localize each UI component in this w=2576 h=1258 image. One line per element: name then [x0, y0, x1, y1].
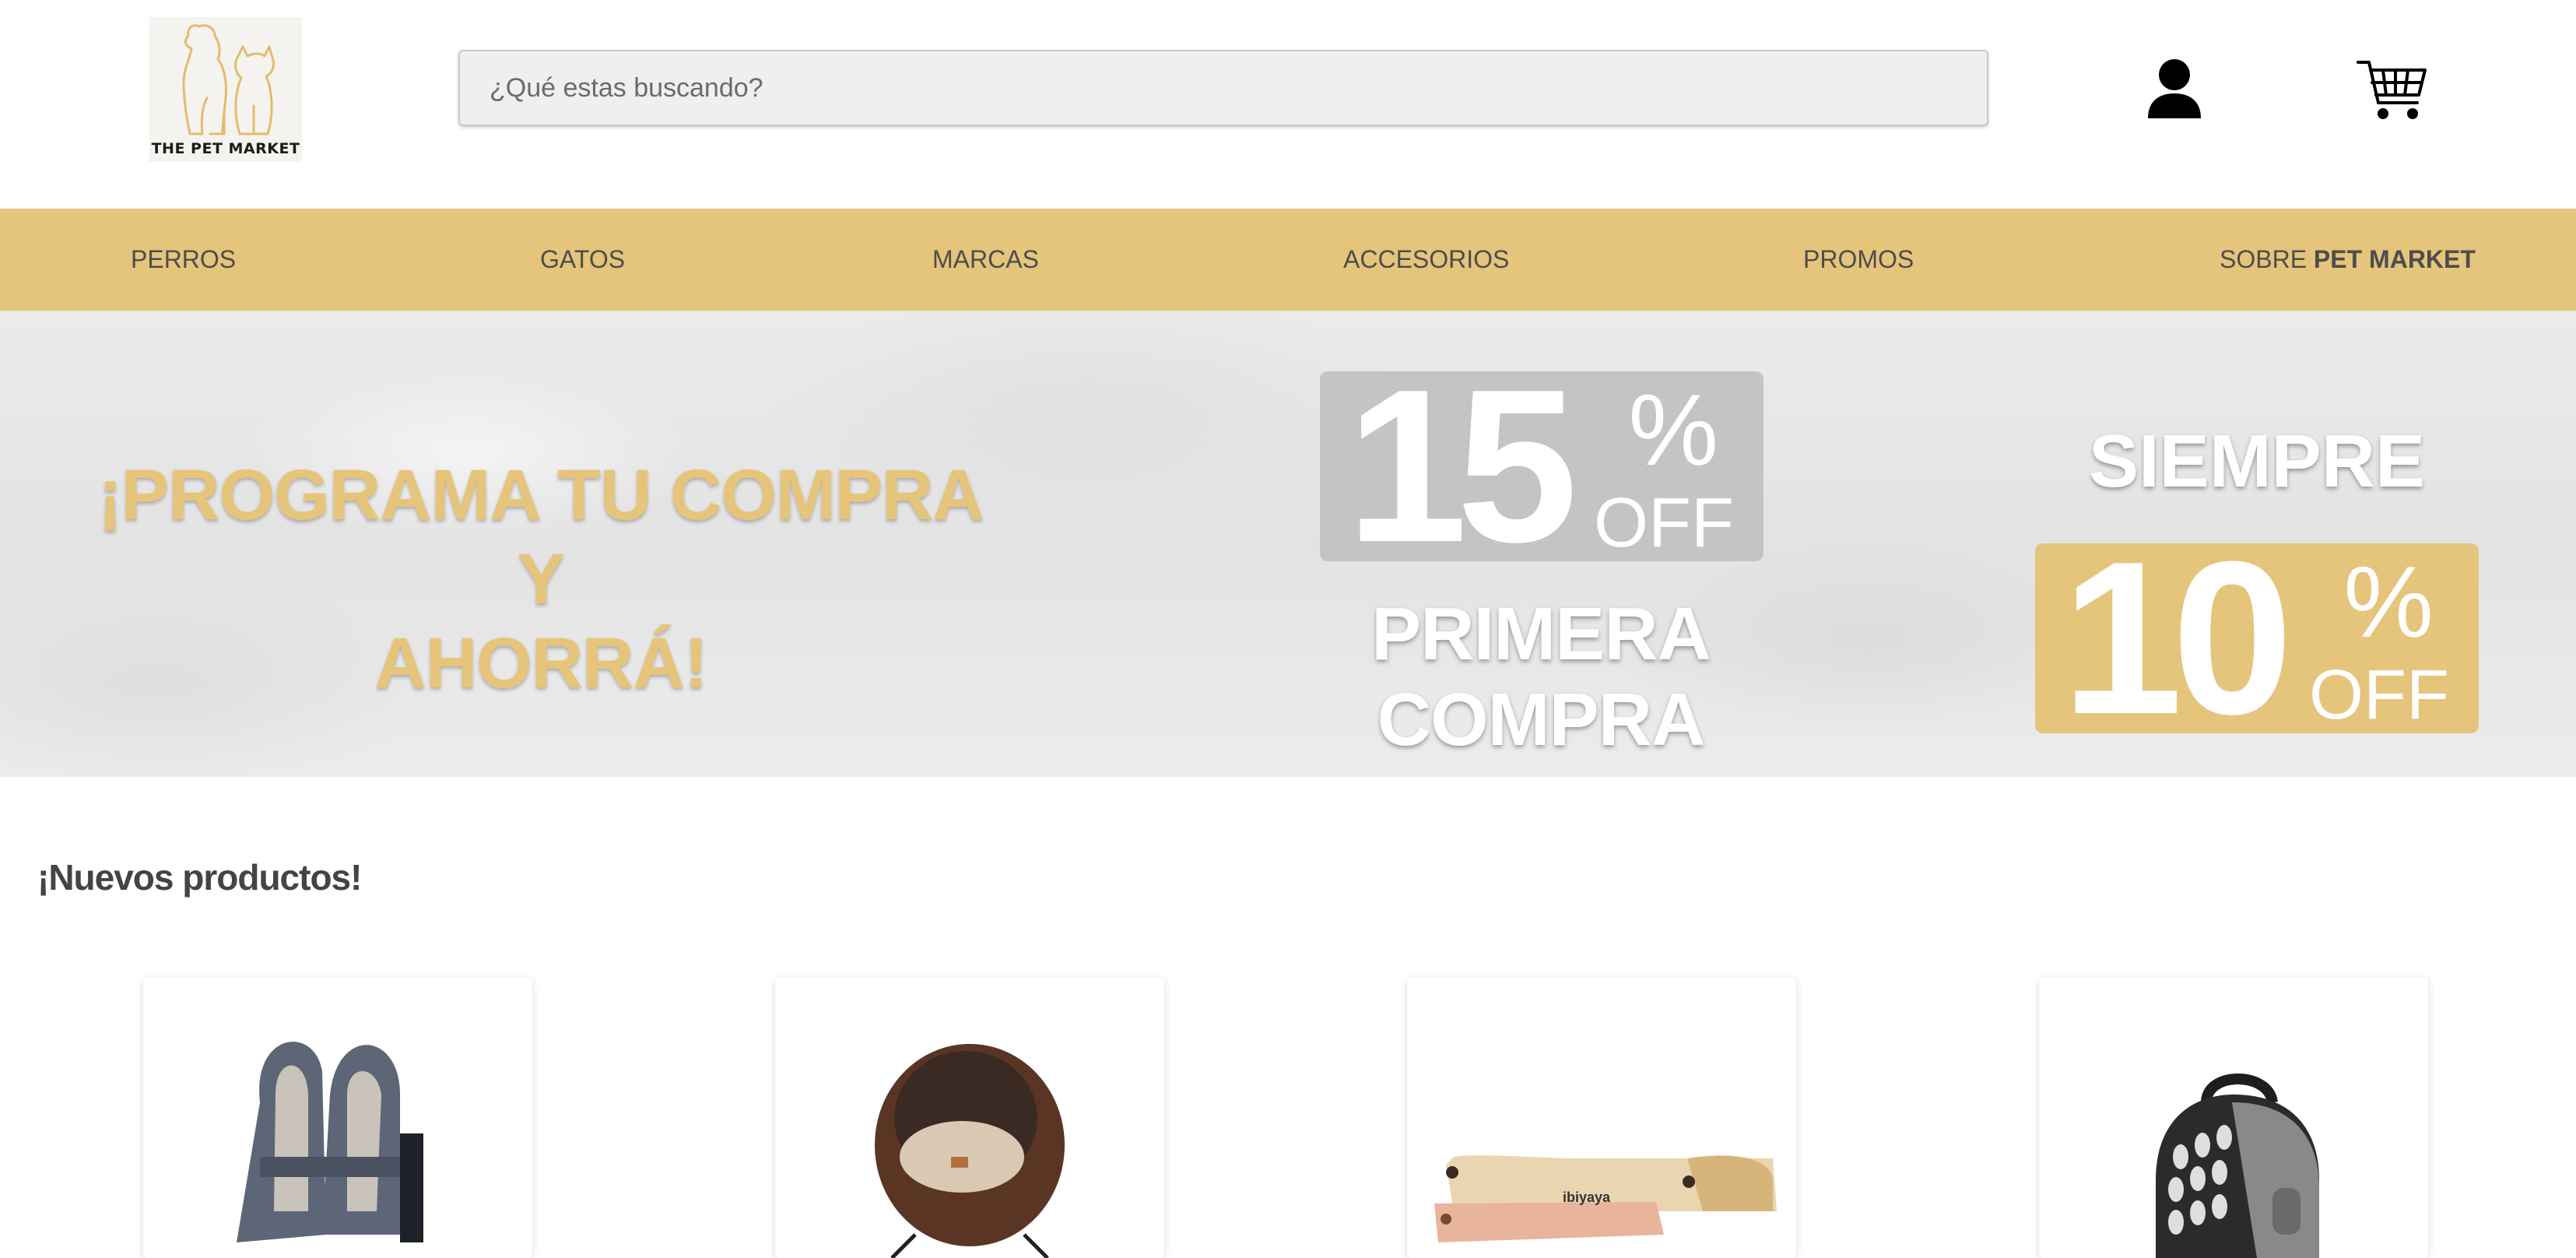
discount-percent-symbol: %: [2343, 545, 2434, 659]
ibiyaya-brand-text: ibiyaya: [1563, 1189, 1611, 1205]
discount-number-10: 10: [2062, 517, 2293, 760]
discount-percent-symbol: %: [1628, 373, 1718, 487]
promo-headline-line1: ¡PROGRAMA TU COMPRA Y: [98, 455, 984, 619]
nav-item-accesorios[interactable]: ACCESORIOS: [1343, 209, 1509, 311]
product-card[interactable]: [143, 978, 532, 1258]
cart-button[interactable]: [2355, 56, 2430, 123]
promo-banner[interactable]: ¡PROGRAMA TU COMPRA Y AHORRÁ! 15 % OFF P…: [0, 313, 2576, 777]
main-navigation: PERROS GATOS MARCAS ACCESORIOS PROMOS SO…: [0, 209, 2576, 311]
cart-icon: [2357, 61, 2427, 119]
nav-item-marcas[interactable]: MARCAS: [932, 209, 1039, 311]
nav-item-perros[interactable]: PERROS: [131, 209, 236, 311]
nav-item-sobre-pet-market[interactable]: SOBRE PET MARKET: [2220, 209, 2476, 311]
site-header: THE PET MARKET: [0, 0, 2576, 209]
discount-off-label: OFF: [1594, 484, 1734, 562]
promo-headline-line2: AHORRÁ!: [374, 624, 707, 703]
first-purchase-caption: PRIMERA COMPRA: [1371, 592, 1711, 761]
always-caption: SIEMPRE: [2088, 420, 2426, 503]
discount-off-label: OFF: [2309, 656, 2449, 734]
logo[interactable]: THE PET MARKET: [149, 17, 302, 162]
search-bar[interactable]: [458, 50, 1988, 126]
always-discount-badge: 10 % OFF: [2035, 529, 2479, 747]
pet-backpack-carrier-image: [2156, 1074, 2319, 1258]
new-products-title: ¡Nuevos productos!: [37, 857, 362, 898]
search-input[interactable]: [460, 51, 1987, 125]
nav-item-gatos[interactable]: GATOS: [540, 209, 625, 311]
ibiyaya-cat-scratcher-image: ibiyaya: [1434, 1155, 1777, 1242]
nav-about-brand: PET MARKET: [2313, 245, 2476, 273]
nav-about-prefix: SOBRE: [2220, 245, 2308, 273]
product-card[interactable]: [775, 978, 1164, 1258]
product-card[interactable]: ibiyaya: [1407, 978, 1796, 1258]
discount-number-15: 15: [1346, 345, 1578, 588]
user-icon: [2148, 59, 2201, 118]
cat-bed-sphere-image: [875, 1044, 1065, 1258]
product-card[interactable]: [2039, 978, 2428, 1258]
dog-cat-logo-icon: [182, 24, 275, 135]
dog-harness-carrier-image: [237, 1042, 423, 1242]
first-purchase-discount-badge: 15 % OFF: [1320, 357, 1764, 575]
account-button[interactable]: [2140, 56, 2209, 123]
promo-headline: ¡PROGRAMA TU COMPRA Y AHORRÁ!: [86, 453, 996, 705]
nav-item-promos[interactable]: PROMOS: [1803, 209, 1914, 311]
logo-text: THE PET MARKET: [151, 140, 300, 157]
